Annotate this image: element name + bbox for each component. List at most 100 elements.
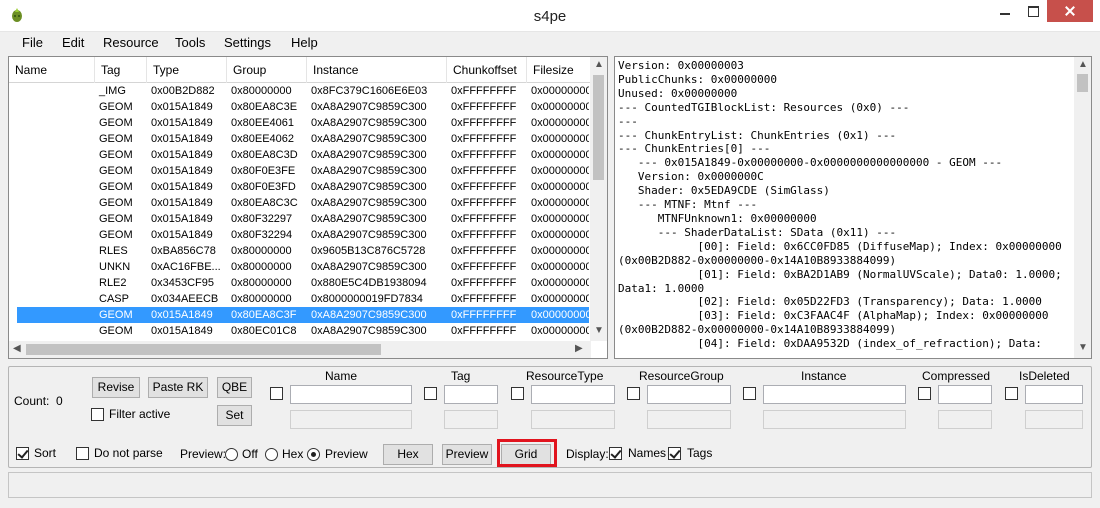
scroll-down-icon[interactable]: ▼: [594, 325, 604, 336]
minimize-button[interactable]: [990, 0, 1020, 22]
paste-rk-button[interactable]: Paste RK: [148, 377, 208, 398]
scroll-thumb[interactable]: [593, 75, 604, 180]
filter-header-compressed: Compressed: [922, 369, 991, 383]
filter-resourcegroup-checkbox[interactable]: [627, 387, 640, 400]
preview-line: Unused: 0x00000000: [618, 86, 738, 100]
table-row[interactable]: GEOM 0x015A1849 0x80F0E3FE 0xA8A2907C9859C3…: [9, 163, 589, 179]
cell-name: [17, 227, 97, 243]
table-row[interactable]: GEOM 0x015A1849 0x80EE4062 0xA8A2907C9859C3…: [9, 131, 589, 147]
cell-name: [17, 291, 97, 307]
display-tags-label: Tags: [687, 446, 713, 460]
filter-name-checkbox[interactable]: [270, 387, 283, 400]
title-bar: s4pe: [0, 0, 1100, 32]
menu-file[interactable]: File: [22, 35, 43, 50]
set-button[interactable]: Set: [217, 405, 252, 426]
preview-pane[interactable]: Version: 0x00000003 PublicChunks: 0x00000…: [614, 56, 1092, 359]
filter-isdeleted-checkbox[interactable]: [1005, 387, 1018, 400]
table-row[interactable]: GEOM 0x015A1849 0x80EA8C3C 0xA8A2907C9859C3…: [9, 195, 589, 211]
status-bar: [8, 472, 1092, 498]
filter-name-input[interactable]: [290, 385, 412, 404]
do-not-parse-checkbox[interactable]: [76, 447, 89, 460]
table-row[interactable]: GEOM 0x015A1849 0x80F0E3FD 0xA8A2907C9859C3…: [9, 179, 589, 195]
table-row[interactable]: RLE2 0x3453CF95 0x80000000 0x880E5C4DB19380…: [9, 275, 589, 291]
table-row[interactable]: GEOM 0x015A1849 0x80EE4061 0xA8A2907C9859C3…: [9, 115, 589, 131]
filter-instance-input[interactable]: [763, 385, 906, 404]
table-row[interactable]: RLES 0xBA856C78 0x80000000 0x9605B13C876C57…: [9, 243, 589, 259]
table-row[interactable]: GEOM 0x015A1849 0x80EA8C3E 0xA8A2907C9859C3…: [9, 99, 589, 115]
filter-header-resourcetype: ResourceType: [526, 369, 604, 383]
menu-resource[interactable]: Resource: [103, 35, 159, 50]
filter-resourcegroup-input[interactable]: [647, 385, 731, 404]
filter-resourcetype-checkbox[interactable]: [511, 387, 524, 400]
filter-header-name: Name: [325, 369, 358, 383]
cell-size: 0x00000000: [531, 213, 589, 225]
menu-settings[interactable]: Settings: [224, 35, 271, 50]
scroll-down-icon[interactable]: ▼: [1078, 342, 1088, 353]
scroll-up-icon[interactable]: ▲: [1078, 59, 1088, 70]
menu-edit[interactable]: Edit: [62, 35, 84, 50]
preview-vertical-scrollbar[interactable]: ▲ ▼: [1074, 57, 1091, 358]
column-header-tag[interactable]: Tag: [95, 57, 147, 83]
preview-button[interactable]: Preview: [442, 444, 492, 465]
scroll-thumb[interactable]: [1077, 74, 1088, 92]
window-title: s4pe: [533, 8, 567, 25]
filter-tag-checkbox[interactable]: [424, 387, 437, 400]
preview-line: MTNFUnknown1: 0x00000000: [618, 211, 817, 225]
preview-hex-radio[interactable]: [265, 448, 278, 461]
menu-tools[interactable]: Tools: [175, 35, 205, 50]
column-header-type[interactable]: Type: [147, 57, 227, 83]
filter-active-checkbox[interactable]: [91, 408, 104, 421]
sort-checkbox[interactable]: [16, 447, 29, 460]
filter-compressed-checkbox[interactable]: [918, 387, 931, 400]
column-header-chunkoffset[interactable]: Chunkoffset: [447, 57, 527, 83]
column-header-filesize[interactable]: Filesize: [527, 57, 599, 83]
table-row[interactable]: UNKN 0xAC16FBE... 0x80000000 0xA8A2907C9859…: [9, 259, 589, 275]
table-row[interactable]: CASP 0x034AEECB 0x80000000 0x8000000019FD78…: [9, 291, 589, 307]
filter-compressed-input[interactable]: [938, 385, 992, 404]
column-header-name[interactable]: Name: [9, 57, 95, 83]
filter-tag-input[interactable]: [444, 385, 498, 404]
cell-name: [17, 211, 97, 227]
table-row[interactable]: _IMG 0x00B2D882 0x80000000 0x8FC379C1606E6E…: [9, 83, 589, 99]
preview-line: [03]: Field: 0xC3FAAC4F (AlphaMap); Inde…: [618, 309, 1049, 323]
cell-instance: 0x8000000019FD7834: [311, 293, 423, 305]
qbe-button[interactable]: QBE: [217, 377, 252, 398]
cell-type: 0x015A1849: [151, 197, 213, 209]
scroll-left-icon[interactable]: ◀: [13, 343, 21, 354]
cell-group: 0x80F32297: [231, 213, 293, 225]
scroll-thumb[interactable]: [26, 344, 381, 355]
column-header-instance[interactable]: Instance: [307, 57, 447, 83]
list-horizontal-scrollbar[interactable]: ◀ ▶: [9, 341, 591, 358]
revise-button[interactable]: Revise: [92, 377, 140, 398]
cell-name: [17, 259, 97, 275]
hex-button[interactable]: Hex: [383, 444, 433, 465]
column-header-group[interactable]: Group: [227, 57, 307, 83]
preview-line: [02]: Field: 0x05D22FD3 (Transparency); …: [618, 295, 1042, 309]
table-row[interactable]: GEOM 0x015A1849 0x80EA8C3D 0xA8A2907C9859C3…: [9, 147, 589, 163]
menu-help[interactable]: Help: [291, 35, 318, 50]
scroll-up-icon[interactable]: ▲: [594, 59, 604, 70]
filter-isdeleted-input[interactable]: [1025, 385, 1083, 404]
filter-tag-value: [444, 410, 498, 429]
list-vertical-scrollbar[interactable]: ▲ ▼: [590, 57, 607, 341]
filter-resourcetype-input[interactable]: [531, 385, 615, 404]
close-button[interactable]: [1047, 0, 1093, 22]
cell-name: [17, 307, 97, 323]
table-row[interactable]: GEOM 0x015A1849 0x80F32294 0xA8A2907C9859C3…: [9, 227, 589, 243]
display-names-checkbox[interactable]: [609, 447, 622, 460]
table-row[interactable]: GEOM 0x015A1849 0x80EA8C3F 0xA8A2907C9859C3…: [17, 307, 589, 323]
table-row[interactable]: GEOM 0x015A1849 0x80F32297 0xA8A2907C9859C3…: [9, 211, 589, 227]
cell-size: 0x00000000: [531, 181, 589, 193]
preview-off-radio[interactable]: [225, 448, 238, 461]
scroll-right-icon[interactable]: ▶: [575, 343, 583, 354]
preview-text: Version: 0x00000003 PublicChunks: 0x00000…: [618, 59, 1073, 351]
resource-list[interactable]: Name Tag Type Group Instance Chunkoffset…: [8, 56, 608, 359]
display-tags-checkbox[interactable]: [668, 447, 681, 460]
filter-resourcegroup-value: [647, 410, 731, 429]
filter-instance-checkbox[interactable]: [743, 387, 756, 400]
preview-preview-radio[interactable]: [307, 448, 320, 461]
table-row[interactable]: GEOM 0x015A1849 0x80EC01C8 0xA8A2907C9859C3…: [9, 323, 589, 339]
cell-tag: GEOM: [99, 117, 133, 129]
maximize-button[interactable]: [1018, 0, 1048, 22]
filter-isdeleted-value: [1025, 410, 1083, 429]
